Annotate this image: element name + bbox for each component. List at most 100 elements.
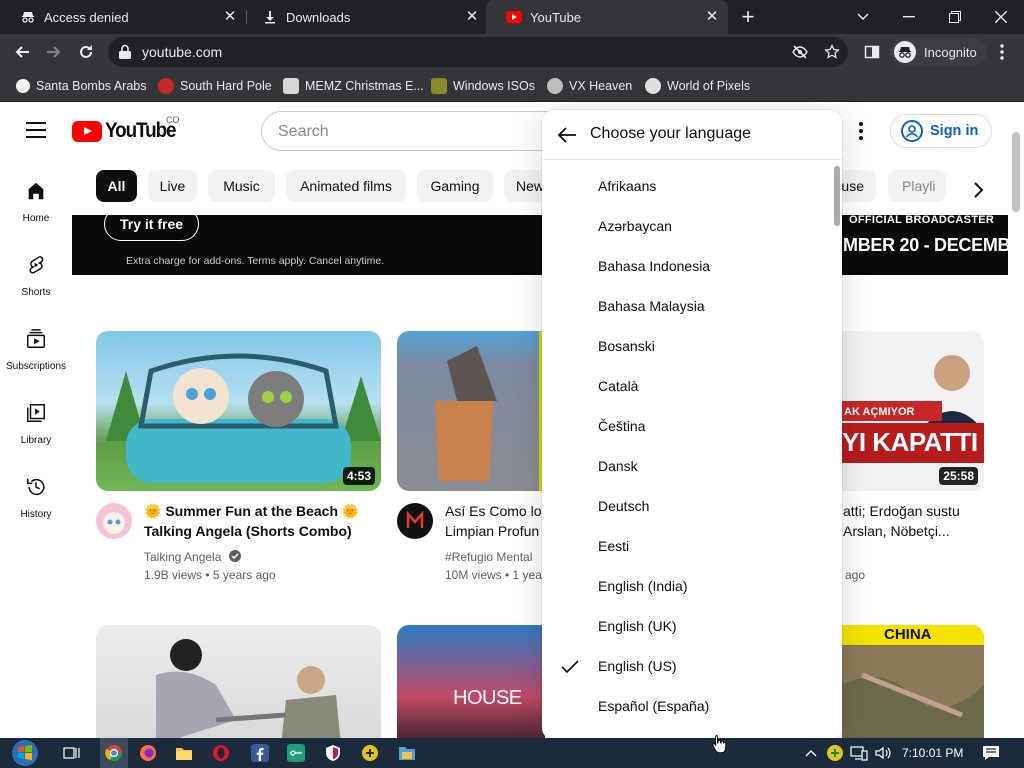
video-title[interactable]: Así Es Como los Limpian Profun [445,501,545,541]
back-arrow-icon[interactable] [556,124,578,146]
close-tab-icon[interactable]: ✕ [464,9,480,25]
banner-fine-print: Extra charge for add-ons. Terms apply. C… [126,255,385,267]
history-icon [27,478,45,496]
chrome-taskbar-icon[interactable] [100,738,128,768]
language-option[interactable]: Bahasa Malaysia [542,287,834,327]
bookmark-item[interactable]: VX Heaven [547,76,632,96]
language-option-selected[interactable]: English (US) [542,647,834,687]
bookmark-item[interactable]: South Hard Pole [158,76,272,96]
video-title-line: atti; Erdoğan sustu [843,503,960,519]
lock-icon[interactable] [118,44,132,60]
video-thumbnail[interactable]: AK AÇMIYOR YI KAPATTI 25:58 [842,331,984,491]
language-option[interactable]: Dansk [542,447,834,487]
folder-taskbar-icon[interactable] [396,742,418,764]
network-icon[interactable] [848,742,870,764]
chip-playlists[interactable]: Playli [888,170,946,202]
start-button-icon[interactable] [10,738,40,768]
minimize-button[interactable] [886,0,932,34]
language-option[interactable]: Čeština [542,407,834,447]
library-icon [27,404,45,422]
chip-music[interactable]: Music [208,170,275,202]
chip-all[interactable]: All [96,170,137,202]
bookmark-star-icon[interactable] [824,44,840,60]
sidebar-item-library[interactable]: Library [0,402,72,462]
app-plus-taskbar-icon[interactable] [359,742,381,764]
channel-name[interactable]: #Refugio Mental [445,548,532,566]
close-tab-icon[interactable]: ✕ [222,9,238,25]
video-thumbnail[interactable] [96,625,381,738]
tab-search-icon[interactable] [840,0,886,34]
bookmark-item[interactable]: Santa Bombs Arabs [16,76,146,96]
try-free-button[interactable]: Try it free [104,215,200,241]
language-option[interactable]: Afrikaans [542,167,834,207]
tray-app-icon[interactable] [824,742,846,764]
chip-live[interactable]: Live [148,170,197,202]
language-option[interactable]: Azərbaycan [542,207,834,247]
reload-icon[interactable] [72,38,100,66]
menu-icon[interactable] [26,122,46,138]
language-option[interactable]: English (India) [542,567,834,607]
tab-downloads[interactable]: Downloads ✕ [242,0,488,34]
video-thumbnail[interactable]: HOUSE [397,625,545,738]
bookmark-item[interactable]: World of Pixels [645,76,750,96]
tray-chevron-up-icon[interactable] [800,742,822,764]
language-option[interactable]: Bosanski [542,327,834,367]
language-option[interactable]: Català [542,367,834,407]
page-scrollbar[interactable] [1012,132,1020,212]
side-panel-icon[interactable] [858,38,886,66]
channel-avatar[interactable] [397,503,433,539]
incognito-icon [20,9,36,25]
channel-name-row[interactable]: Talking Angela [144,548,241,566]
tab-youtube[interactable]: YouTube ✕ [486,0,728,34]
facebook-taskbar-icon[interactable] [249,742,271,764]
clock-time[interactable]: 7:10:01 PM [902,746,963,760]
language-menu-scrollbar[interactable] [834,166,840,226]
close-tab-icon[interactable]: ✕ [704,9,720,25]
notification-icon[interactable] [980,742,1002,764]
close-window-button[interactable] [978,0,1024,34]
shield-taskbar-icon[interactable] [322,742,344,764]
search-input[interactable]: Search [261,111,561,151]
video-thumbnail[interactable]: 4:53 [96,331,381,491]
tab-access-denied[interactable]: Access denied ✕ [0,0,246,34]
address-bar[interactable]: youtube.com [108,37,848,67]
browser-menu-icon[interactable] [988,38,1016,66]
file-explorer-icon[interactable] [173,742,195,764]
language-option[interactable]: English (UK) [542,607,834,647]
youtube-logo[interactable]: YouTube CO [72,115,183,143]
app-taskbar-icon[interactable] [285,742,307,764]
back-icon[interactable] [8,38,36,66]
video-thumbnail[interactable] [397,331,545,491]
chevron-right-icon[interactable] [966,178,990,202]
opera-taskbar-icon[interactable] [210,742,232,764]
restore-button[interactable] [932,0,978,34]
forward-icon[interactable] [40,38,68,66]
sidebar-item-home[interactable]: Home [0,180,72,240]
language-option[interactable]: Eesti [542,527,834,567]
sidebar-item-subscriptions[interactable]: Subscriptions [0,328,72,388]
incognito-badge[interactable]: Incognito [890,38,987,66]
thumbnail-art [156,639,341,738]
language-option[interactable]: Español (España) [542,687,834,727]
sign-in-label: Sign in [930,123,979,139]
firefox-taskbar-icon[interactable] [137,742,159,764]
task-view-icon[interactable] [61,742,83,764]
language-option[interactable]: Deutsch [542,487,834,527]
sign-in-button[interactable]: Sign in [890,114,992,148]
channel-avatar[interactable] [96,503,132,539]
new-tab-button[interactable]: + [737,6,759,28]
eye-off-icon[interactable] [792,44,808,60]
bookmark-item[interactable]: Windows ISOs [431,76,535,96]
video-title[interactable]: atti; Erdoğan sustu Arslan, Nöbetçi... [843,501,993,541]
volume-icon[interactable] [872,742,894,764]
language-option[interactable]: Bahasa Indonesia [542,247,834,287]
video-thumbnail[interactable]: CHINA [842,625,984,738]
settings-menu-icon[interactable] [858,122,864,140]
chip-animated-films[interactable]: Animated films [286,170,406,202]
sidebar-item-shorts[interactable]: Shorts [0,254,72,314]
sidebar-item-history[interactable]: History [0,476,72,536]
bookmark-item[interactable]: MEMZ Christmas E... [283,76,424,96]
chip-gaming[interactable]: Gaming [417,170,493,202]
video-title[interactable]: 🌞 Summer Fun at the Beach 🌞 Talking Ange… [144,501,374,541]
url-text[interactable]: youtube.com [142,44,222,60]
